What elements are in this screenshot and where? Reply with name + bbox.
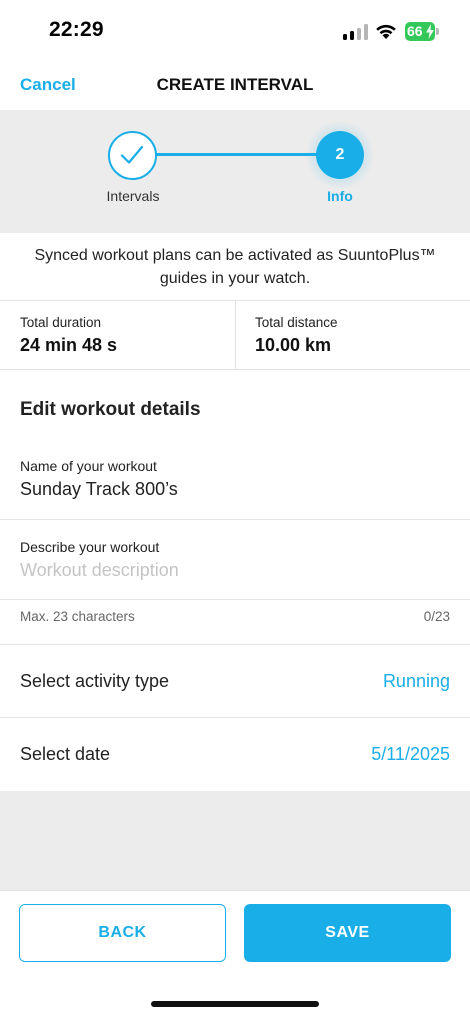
stepper-connector: [156, 153, 318, 156]
sync-info-text: Synced workout plans can be activated as…: [34, 247, 436, 287]
date-value[interactable]: 5/11/2025: [371, 744, 450, 765]
cancel-button[interactable]: Cancel: [20, 75, 76, 95]
battery-level: 66: [407, 23, 423, 39]
progress-stepper: [0, 110, 470, 233]
step-intervals-indicator[interactable]: [108, 131, 157, 180]
back-button[interactable]: BACK: [19, 904, 226, 962]
save-button[interactable]: SAVE: [244, 904, 451, 962]
workout-description-input[interactable]: Workout description: [20, 560, 450, 581]
status-bar: 22:29 66: [0, 0, 470, 62]
date-row[interactable]: Select date 5/11/2025: [0, 718, 470, 791]
divider: [0, 369, 470, 370]
activity-type-value[interactable]: Running: [383, 671, 450, 692]
checkmark-icon: [120, 145, 144, 164]
step-info-indicator: 2: [316, 131, 364, 179]
total-distance-value: 10.00 km: [255, 335, 332, 355]
step-info-label: Info: [327, 188, 353, 204]
total-duration-value: 24 min 48 s: [20, 335, 118, 355]
workout-name-input[interactable]: Sunday Track 800’s: [20, 479, 450, 500]
stats-separator: [235, 301, 236, 369]
empty-area: [0, 791, 470, 890]
status-time: 22:29: [49, 18, 104, 41]
activity-type-label: Select activity type: [20, 671, 170, 691]
section-heading: Edit workout details: [20, 399, 201, 420]
wifi-icon: [375, 22, 397, 40]
divider: [0, 519, 470, 520]
divider: [0, 890, 470, 891]
date-label: Select date: [20, 744, 111, 764]
step-intervals-label[interactable]: Intervals: [83, 188, 183, 204]
charging-bolt-icon: [426, 24, 434, 39]
workout-description-label: Describe your workout: [20, 539, 160, 555]
max-characters-hint: Max. 23 characters: [20, 609, 135, 624]
total-duration-label: Total duration: [20, 315, 102, 330]
cellular-signal-icon: [343, 24, 369, 40]
divider: [0, 599, 470, 600]
activity-type-row[interactable]: Select activity type Running: [0, 645, 470, 717]
character-counter: 0/23: [423, 609, 450, 624]
workout-name-label: Name of your workout: [20, 458, 157, 474]
battery-icon: 66: [405, 22, 439, 41]
total-distance-label: Total distance: [255, 315, 338, 330]
home-indicator[interactable]: [151, 1001, 319, 1007]
